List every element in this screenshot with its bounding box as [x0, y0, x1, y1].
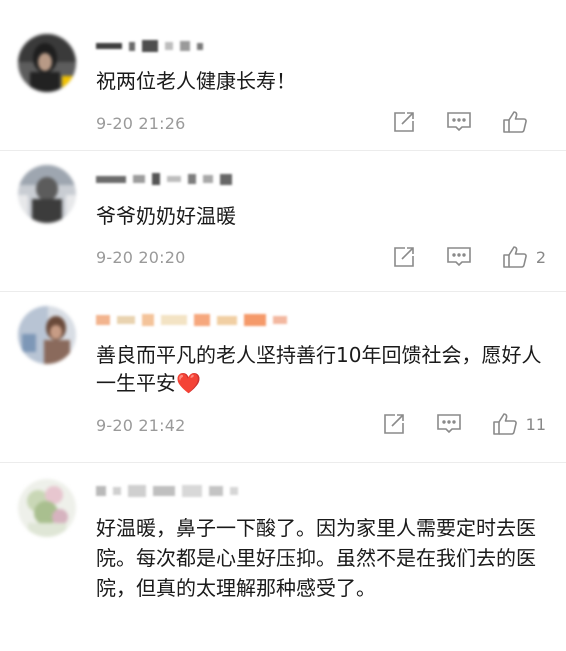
- comment-icon: [447, 112, 471, 132]
- share-button[interactable]: [392, 245, 416, 269]
- thumbs-up-icon: [492, 413, 517, 435]
- username-redacted[interactable]: [96, 169, 232, 189]
- like-button[interactable]: 2: [502, 245, 546, 269]
- share-icon: [394, 112, 414, 132]
- share-icon: [383, 414, 404, 434]
- like-count: 11: [525, 414, 546, 434]
- thumbs-up-icon: [503, 246, 527, 268]
- comment-time: 9-20 21:42: [96, 416, 186, 435]
- share-icon: [394, 247, 414, 267]
- comment-icon: [436, 414, 461, 434]
- comment-item: 好温暖，鼻子一下酸了。因为家里人需要定时去医院。每次都是心里好压抑。虽然不是在我…: [0, 463, 566, 651]
- comment-icon: [447, 247, 471, 267]
- avatar[interactable]: [18, 479, 76, 537]
- reply-button[interactable]: [446, 110, 472, 134]
- comment-text: 祝两位老人健康长寿！: [96, 69, 296, 93]
- comment-item: 爷爷奶奶好温暖 9-20 20:20 2: [0, 151, 566, 292]
- avatar[interactable]: [18, 34, 76, 92]
- avatar[interactable]: [18, 306, 76, 364]
- comment-item: 祝两位老人健康长寿！ 9-20 21:26: [0, 0, 566, 151]
- reply-button[interactable]: [436, 412, 462, 436]
- comment-time: 9-20 21:26: [96, 114, 186, 133]
- username-redacted[interactable]: [96, 310, 287, 330]
- reply-button[interactable]: [446, 245, 472, 269]
- like-count: 2: [535, 247, 546, 267]
- like-button[interactable]: [502, 110, 546, 134]
- username-redacted[interactable]: [96, 481, 238, 501]
- comment-text: 好温暖，鼻子一下酸了。因为家里人需要定时去医院。每次都是心里好压抑。虽然不是在我…: [96, 516, 536, 600]
- comment-text: 爷爷奶奶好温暖: [96, 204, 236, 228]
- comment-item: 善良而平凡的老人坚持善行10年回馈社会，愿好人一生平安❤️ 9-20 21:42…: [0, 292, 566, 463]
- comment-text: 善良而平凡的老人坚持善行10年回馈社会，愿好人一生平安❤️: [96, 341, 546, 397]
- avatar[interactable]: [18, 165, 76, 223]
- thumbs-up-icon: [503, 111, 527, 133]
- share-button[interactable]: [382, 412, 406, 436]
- username-redacted[interactable]: [96, 36, 203, 56]
- heart-emoji-icon: ❤️: [176, 371, 201, 395]
- comment-text-content: 善良而平凡的老人坚持善行10年回馈社会，愿好人一生平安: [96, 343, 542, 395]
- comment-time: 9-20 20:20: [96, 248, 186, 267]
- like-button[interactable]: 11: [492, 412, 546, 436]
- share-button[interactable]: [392, 110, 416, 134]
